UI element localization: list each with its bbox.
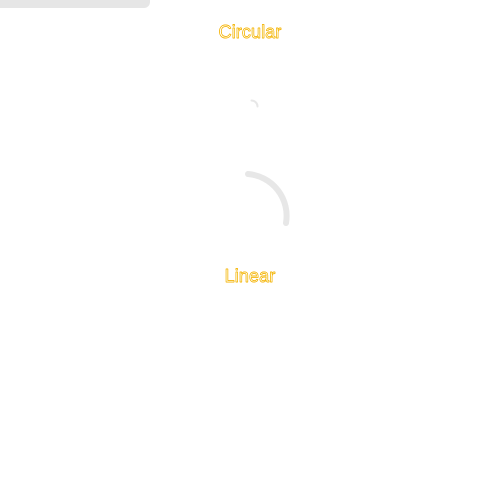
small-circular-spinner-icon	[250, 99, 259, 108]
large-spinner-arc	[245, 171, 290, 226]
small-spinner-arc	[250, 99, 259, 108]
progress-demo-page: Circular Linear	[0, 0, 500, 500]
circular-section-title: Circular	[218, 22, 282, 43]
large-circular-spinner-icon	[245, 171, 290, 226]
linear-progress-track	[0, 300, 500, 305]
linear-section-title: Linear	[224, 266, 276, 287]
top-progress-bar	[0, 0, 150, 8]
